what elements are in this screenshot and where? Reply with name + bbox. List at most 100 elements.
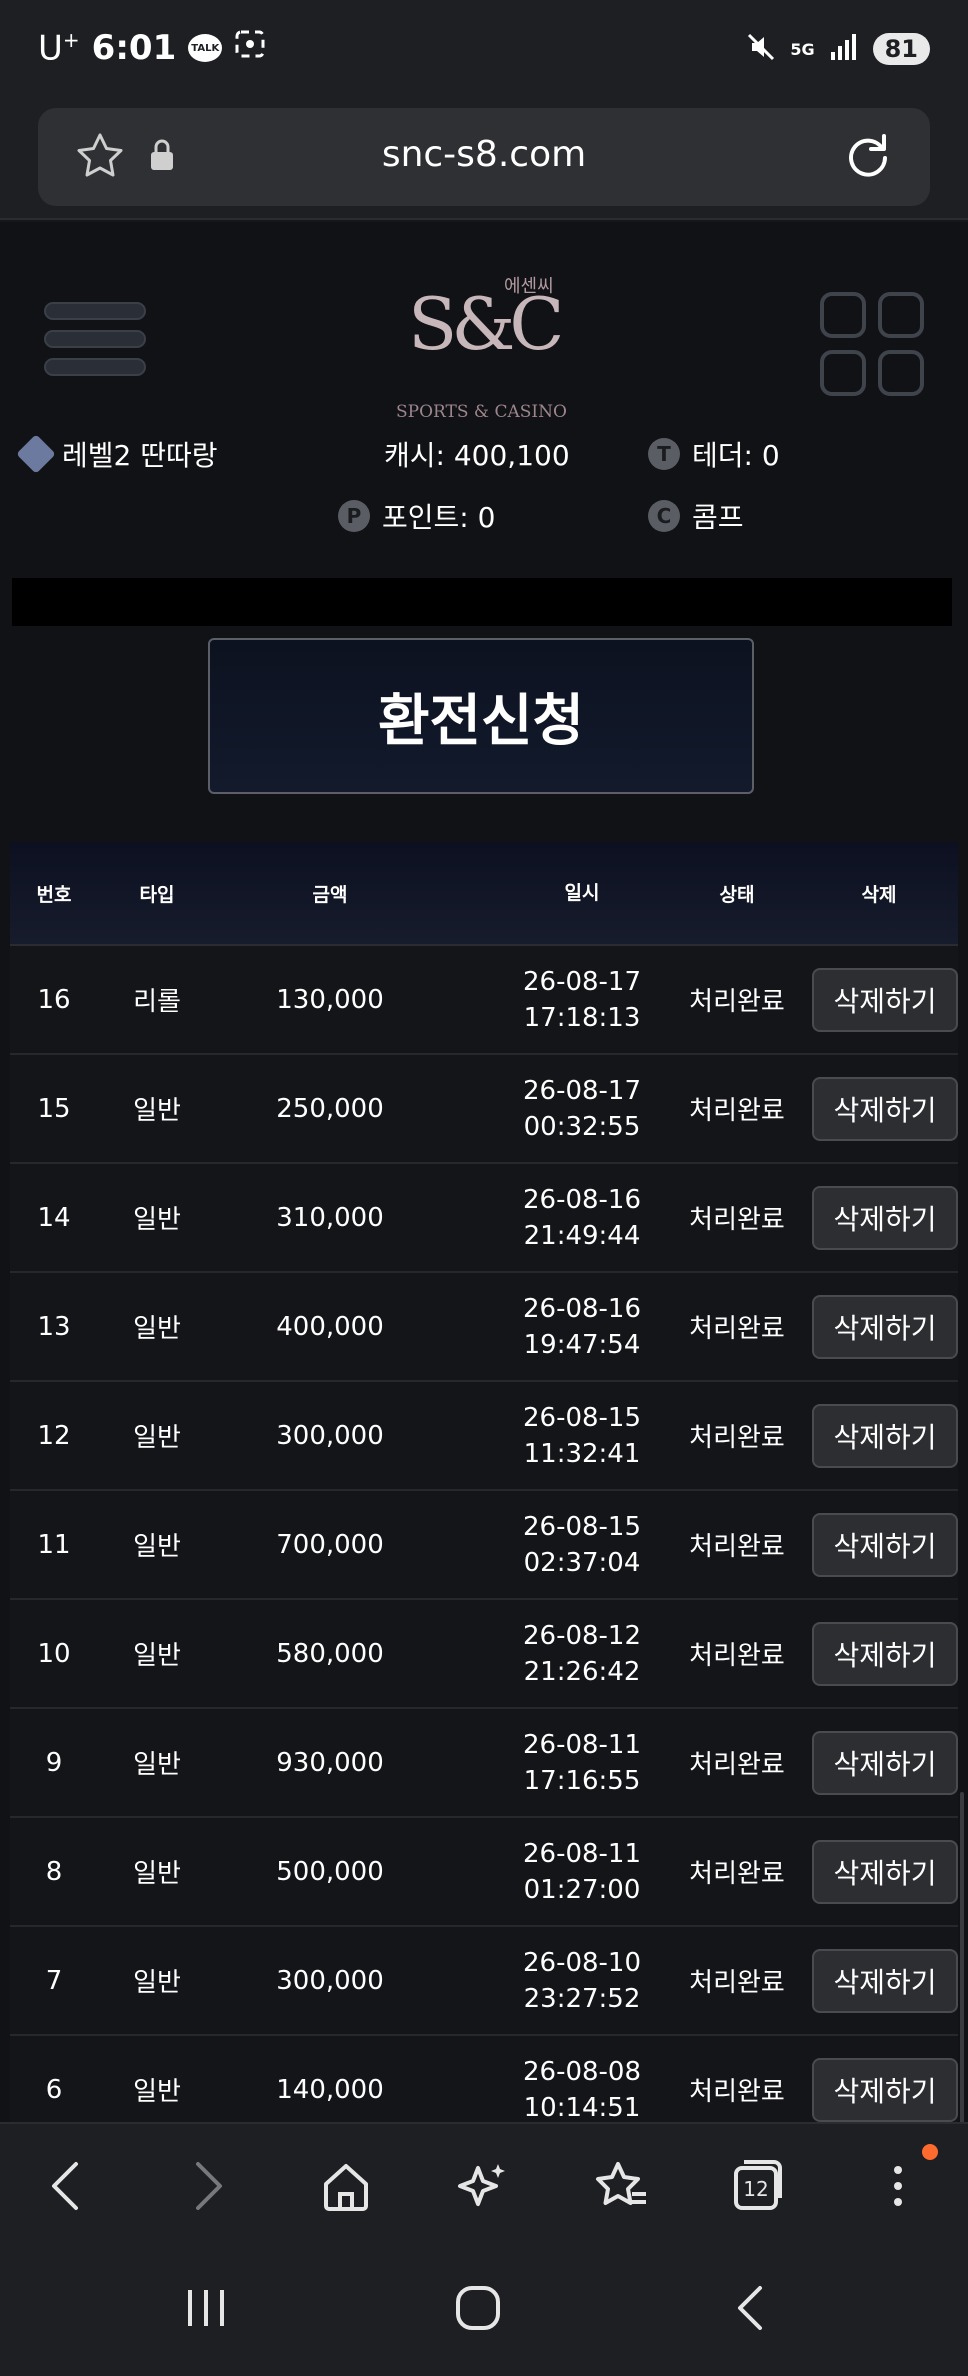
delete-button[interactable]: 삭제하기 (812, 1294, 958, 1359)
row-type: 일반 (133, 1750, 181, 1780)
site-content: 에센씨 S&C SPORTS & CASINO 레벨2 딴따랑 캐시: 400,… (0, 222, 968, 2312)
header-amount: 금액 (312, 883, 348, 906)
row-date: 26-08-15 (522, 1511, 641, 1542)
battery-indicator: 81 (872, 33, 930, 65)
delete-button[interactable]: 삭제하기 (812, 1185, 958, 1250)
row-delete-cell: 삭제하기 (800, 1403, 958, 1468)
row-time: 19:47:54 (523, 1329, 641, 1360)
row-amount: 300,000 (276, 1965, 384, 1996)
row-amount: 310,000 (276, 1202, 384, 1233)
row-amount: 300,000 (276, 1420, 384, 1451)
row-time: 02:37:04 (523, 1547, 641, 1578)
row-amount: 140,000 (276, 2074, 384, 2105)
site-logo[interactable]: 에센씨 S&C SPORTS & CASINO (384, 242, 584, 432)
row-delete-cell: 삭제하기 (800, 1294, 958, 1359)
delete-button[interactable]: 삭제하기 (812, 1839, 958, 1904)
row-time: 01:27:00 (523, 1874, 641, 1905)
row-type: 일반 (133, 1641, 181, 1671)
delete-button[interactable]: 삭제하기 (812, 2057, 958, 2122)
row-time: 00:32:55 (523, 1111, 641, 1142)
table-row: 13 일반 400,000 26-08-16 19:47:54 처리완료 삭제하기 (10, 1273, 958, 1382)
row-delete-cell: 삭제하기 (800, 1730, 958, 1795)
home-icon[interactable] (318, 2158, 374, 2218)
mute-icon (746, 32, 776, 66)
row-status: 처리완료 (689, 1859, 785, 1889)
menu-icon[interactable] (44, 302, 146, 386)
tabs-count: 12 (743, 2177, 768, 2201)
row-time: 17:18:13 (523, 1002, 641, 1033)
apps-grid-icon[interactable] (820, 292, 924, 396)
recent-apps-icon[interactable] (184, 2284, 228, 2336)
row-type: 리롤 (133, 987, 181, 1017)
address-bar[interactable]: snc-s8.com (38, 108, 930, 206)
status-right: 5G 81 (746, 32, 930, 66)
row-delete-cell: 삭제하기 (800, 1512, 958, 1577)
sparkle-icon[interactable] (454, 2158, 510, 2218)
more-vertical-icon[interactable] (880, 2158, 916, 2218)
row-amount: 500,000 (276, 1856, 384, 1887)
row-amount: 700,000 (276, 1529, 384, 1560)
row-delete-cell: 삭제하기 (800, 1185, 958, 1250)
tabs-icon[interactable]: 12 (730, 2158, 786, 2218)
row-number: 8 (45, 1856, 63, 1887)
row-time: 11:32:41 (523, 1438, 641, 1469)
row-datetime: 26-08-17 00:32:55 (490, 1073, 674, 1145)
delete-button[interactable]: 삭제하기 (812, 1512, 958, 1577)
row-status: 처리완료 (689, 1750, 785, 1780)
row-delete-cell: 삭제하기 (800, 967, 958, 1032)
user-level[interactable]: 레벨2 딴따랑 (16, 434, 218, 474)
status-bar: U+ 6:01 TALK 5G 81 (0, 0, 968, 100)
row-date: 26-08-11 (522, 1838, 641, 1869)
row-time: 21:26:42 (523, 1656, 641, 1687)
row-number: 13 (37, 1311, 71, 1342)
row-amount: 400,000 (276, 1311, 384, 1342)
row-date: 26-08-15 (522, 1402, 641, 1433)
row-time: 10:14:51 (523, 2092, 641, 2123)
bookmark-star-icon[interactable] (592, 2158, 650, 2218)
table-row: 11 일반 700,000 26-08-15 02:37:04 처리완료 삭제하기 (10, 1491, 958, 1600)
comp-text: 콤프 (692, 501, 744, 534)
row-date: 26-08-10 (522, 1947, 641, 1978)
row-status: 처리완료 (689, 987, 785, 1017)
row-status: 처리완료 (689, 1314, 785, 1344)
row-date: 26-08-16 (522, 1293, 641, 1324)
row-amount: 580,000 (276, 1638, 384, 1669)
reload-icon[interactable] (842, 130, 894, 186)
delete-button[interactable]: 삭제하기 (812, 1076, 958, 1141)
comp-icon: C (648, 500, 680, 532)
row-status: 처리완료 (689, 1205, 785, 1235)
tether-text: 테더: 0 (692, 439, 780, 472)
row-amount: 250,000 (276, 1093, 384, 1124)
row-status: 처리완료 (689, 1641, 785, 1671)
header-delete: 삭제 (861, 883, 897, 906)
forward-icon[interactable] (188, 2158, 228, 2218)
row-amount: 130,000 (276, 984, 384, 1015)
row-delete-cell: 삭제하기 (800, 1621, 958, 1686)
system-back-icon[interactable] (730, 2284, 770, 2336)
row-status: 처리완료 (689, 1968, 785, 1998)
row-type: 일반 (133, 1968, 181, 1998)
delete-button[interactable]: 삭제하기 (812, 1730, 958, 1795)
points-balance: P 포인트: 0 (338, 496, 495, 536)
row-type: 일반 (133, 2077, 181, 2107)
delete-button[interactable]: 삭제하기 (812, 1621, 958, 1686)
delete-button[interactable]: 삭제하기 (812, 1403, 958, 1468)
back-icon[interactable] (46, 2158, 86, 2218)
notification-dot (922, 2144, 938, 2160)
delete-button[interactable]: 삭제하기 (812, 967, 958, 1032)
home-button-icon[interactable] (454, 2284, 502, 2336)
delete-button[interactable]: 삭제하기 (812, 1948, 958, 2013)
logo-subtitle: SPORTS & CASINO (396, 402, 567, 422)
status-left: U+ 6:01 TALK (38, 28, 266, 68)
points-text: 포인트: 0 (382, 501, 496, 534)
url-text[interactable]: snc-s8.com (38, 134, 930, 175)
row-datetime: 26-08-10 23:27:52 (490, 1945, 674, 2017)
row-delete-cell: 삭제하기 (800, 1948, 958, 2013)
row-date: 26-08-12 (522, 1620, 641, 1651)
row-number: 16 (37, 984, 71, 1015)
row-status: 처리완료 (689, 1096, 785, 1126)
row-type: 일반 (133, 1205, 181, 1235)
row-number: 6 (45, 2074, 63, 2105)
page-title: 환전신청 (208, 638, 754, 794)
comp-link[interactable]: C 콤프 (648, 496, 744, 536)
